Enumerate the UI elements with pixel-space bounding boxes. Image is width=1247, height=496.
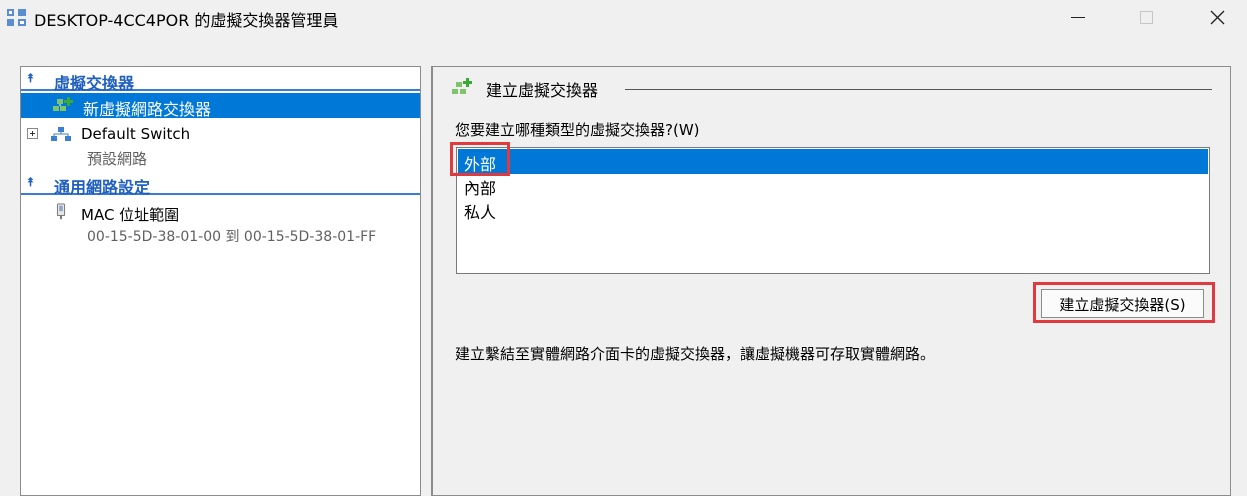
- section-label: 通用網路設定: [54, 178, 151, 197]
- new-switch-icon: [452, 78, 472, 94]
- new-switch-icon: [53, 97, 73, 111]
- tree-item-default-switch[interactable]: Default Switch: [21, 123, 420, 145]
- switch-type-question: 您要建立哪種類型的虛擬交換器?(W): [455, 121, 700, 139]
- close-button[interactable]: [1194, 0, 1240, 36]
- option-private[interactable]: 私人: [458, 197, 1208, 222]
- tree-item-mac-range[interactable]: MAC 位址範圍: [21, 202, 420, 224]
- maximize-button[interactable]: [1124, 0, 1170, 36]
- create-switch-panel: 建立虛擬交換器 您要建立哪種類型的虛擬交換器?(W) 外部 內部 私人 建立虛擬…: [431, 66, 1231, 496]
- maximize-icon: [1140, 11, 1153, 24]
- option-external[interactable]: 外部: [458, 149, 1208, 174]
- minimize-icon: [1071, 17, 1085, 18]
- virtual-switch-manager-icon: [7, 9, 26, 26]
- network-switch-icon: [51, 127, 71, 141]
- collapse-chevron-icon[interactable]: ⯭: [27, 71, 34, 86]
- mac-range-value: 00-15-5D-38-01-00 到 00-15-5D-38-01-FF: [87, 229, 377, 245]
- option-label: 內部: [464, 179, 497, 198]
- highlight-annotation: [1033, 282, 1215, 323]
- option-label: 私人: [464, 203, 497, 222]
- option-internal[interactable]: 內部: [458, 173, 1208, 198]
- section-label: 虛擬交換器: [54, 74, 135, 93]
- title-divider: [625, 89, 1212, 90]
- section-virtual-switches[interactable]: ⯭ 虛擬交換器: [21, 69, 420, 93]
- default-switch-subtitle: 預設網路: [87, 150, 148, 168]
- switch-type-listbox[interactable]: 外部 內部 私人: [456, 147, 1210, 274]
- switch-type-description: 建立繫結至實體網路介面卡的虛擬交換器，讓虛擬機器可存取實體網路。: [455, 345, 936, 363]
- panel-title: 建立虛擬交換器: [486, 81, 599, 100]
- network-adapter-icon: [56, 203, 66, 220]
- title-bar: DESKTOP-4CC4POR 的虛擬交換器管理員: [0, 0, 1247, 36]
- navigation-tree: ⯭ 虛擬交換器 新虛擬網路交換器 Default Switch 預設網路 ⯭ 通…: [20, 66, 421, 496]
- section-global-network-settings[interactable]: ⯭ 通用網路設定: [21, 173, 420, 197]
- close-icon: [1210, 10, 1225, 25]
- tree-item-new-switch[interactable]: 新虛擬網路交換器: [21, 93, 420, 119]
- minimize-button[interactable]: [1056, 0, 1102, 36]
- window-title: DESKTOP-4CC4POR 的虛擬交換器管理員: [34, 11, 339, 30]
- tree-item-label: 新虛擬網路交換器: [83, 100, 212, 119]
- expand-plus-icon[interactable]: [27, 128, 38, 139]
- mac-range-label: MAC 位址範圍: [81, 206, 180, 224]
- default-switch-label: Default Switch: [81, 125, 191, 143]
- highlight-annotation: [450, 142, 510, 176]
- collapse-chevron-icon[interactable]: ⯭: [27, 175, 34, 190]
